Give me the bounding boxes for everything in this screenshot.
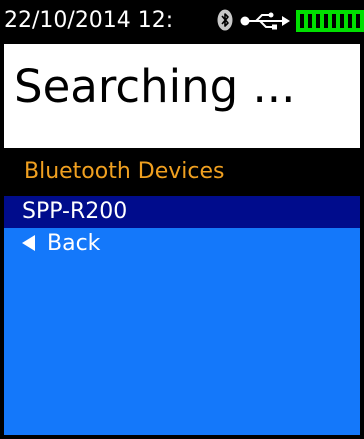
section-header-label: Bluetooth Devices bbox=[24, 159, 225, 184]
battery-icon bbox=[296, 10, 364, 32]
device-name: SPP-R200 bbox=[22, 199, 128, 224]
back-label: Back bbox=[47, 231, 101, 256]
usb-icon bbox=[240, 12, 290, 30]
section-header: Bluetooth Devices bbox=[0, 150, 364, 194]
device-list: SPP-R200 Back bbox=[4, 196, 360, 435]
page-title: Searching ... bbox=[14, 60, 296, 113]
status-bar: 22/10/2014 12: bbox=[0, 0, 364, 40]
bluetooth-icon bbox=[217, 9, 233, 31]
device-list-item[interactable]: SPP-R200 bbox=[4, 196, 360, 228]
back-item[interactable]: Back bbox=[4, 228, 360, 260]
status-datetime: 22/10/2014 12: bbox=[4, 8, 174, 33]
triangle-left-icon bbox=[22, 235, 35, 251]
title-area: Searching ... bbox=[4, 44, 360, 148]
device-screen: 22/10/2014 12: Searching ... Bluetooth D… bbox=[0, 0, 364, 439]
